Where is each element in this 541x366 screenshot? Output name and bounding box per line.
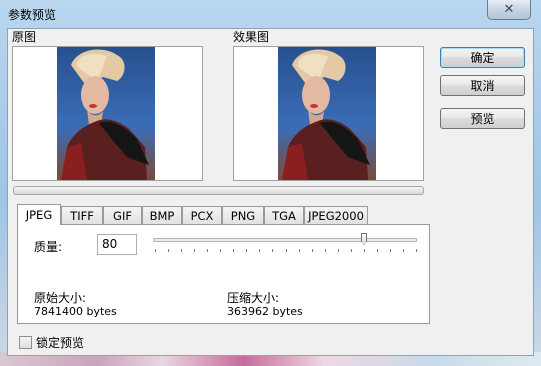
slider-tick — [325, 249, 326, 252]
preview-button[interactable]: 预览 — [440, 108, 525, 129]
slider-tick — [390, 249, 391, 252]
slider-tick — [416, 249, 417, 252]
quality-label: 质量: — [34, 240, 63, 254]
original-size-value: 7841400 bytes — [34, 305, 117, 318]
tab-gif[interactable]: GIF — [103, 206, 142, 224]
tab-png[interactable]: PNG — [222, 206, 264, 224]
slider-tick — [272, 249, 273, 252]
quality-slider[interactable] — [153, 238, 417, 242]
slider-tick — [155, 249, 156, 252]
original-photo — [57, 47, 155, 180]
slider-tick — [299, 249, 300, 252]
slider-tick — [220, 249, 221, 252]
cancel-button[interactable]: 取消 — [440, 75, 525, 96]
slider-tick — [181, 249, 182, 252]
window-title: 参数预览 — [8, 8, 57, 22]
slider-tick — [364, 249, 365, 252]
original-size-label: 原始大小: — [34, 291, 87, 305]
original-preview-panel — [12, 46, 203, 181]
slider-tick — [168, 249, 169, 252]
effect-photo — [278, 47, 376, 180]
tab-jpeg2000[interactable]: JPEG2000 — [304, 206, 368, 224]
slider-tick — [286, 249, 287, 252]
compressed-size-value: 363962 bytes — [227, 305, 303, 318]
ok-button[interactable]: 确定 — [440, 47, 525, 68]
quality-input[interactable]: 80 — [97, 234, 137, 255]
jpeg-settings-panel: 质量: 80 原始大小: 7841400 bytes 压缩大小: 363962 … — [17, 224, 430, 324]
quality-slider-thumb[interactable] — [361, 233, 367, 245]
horizontal-scrollbar[interactable] — [13, 186, 424, 195]
lock-preview-checkbox[interactable] — [19, 336, 32, 349]
slider-tick — [246, 249, 247, 252]
lock-preview-label: 锁定预览 — [36, 336, 85, 350]
slider-tick — [351, 249, 352, 252]
slider-tick — [377, 249, 378, 252]
dialog-client-area: 原图 效果图 确定 取消 预览 JPEG TIFF GIF BMP PCX PN… — [7, 28, 534, 356]
tab-pcx[interactable]: PCX — [182, 206, 222, 224]
slider-tick — [312, 249, 313, 252]
lock-preview-row[interactable]: 锁定预览 — [19, 334, 84, 351]
tab-jpeg[interactable]: JPEG — [17, 204, 61, 225]
slider-tick — [194, 249, 195, 252]
tab-tga[interactable]: TGA — [264, 206, 304, 224]
slider-tick — [259, 249, 260, 252]
compressed-size-label: 压缩大小: — [227, 291, 280, 305]
effect-preview-panel — [233, 46, 424, 181]
slider-tick — [207, 249, 208, 252]
close-button[interactable]: ✕ — [487, 0, 531, 20]
close-icon: ✕ — [503, 2, 515, 17]
tab-tiff[interactable]: TIFF — [61, 206, 103, 224]
slider-tick — [403, 249, 404, 252]
title-bar: 参数预览 ✕ — [0, 0, 541, 28]
slider-tick — [338, 249, 339, 252]
tab-bmp[interactable]: BMP — [142, 206, 182, 224]
effect-image-label: 效果图 — [233, 30, 270, 44]
original-image-label: 原图 — [12, 30, 37, 44]
quality-slider-ticks — [155, 249, 417, 252]
slider-tick — [233, 249, 234, 252]
